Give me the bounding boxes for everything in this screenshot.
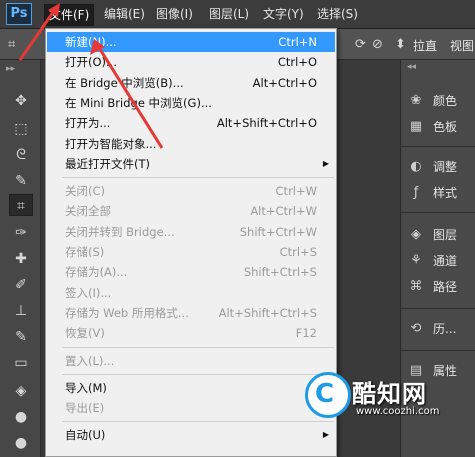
arrow-to-new-item bbox=[90, 39, 164, 149]
watermark-url: www.coozhi.com bbox=[356, 406, 440, 417]
watermark-logo: C bbox=[305, 372, 351, 418]
arrow-to-file-menu bbox=[18, 3, 60, 61]
watermark-title: 酷知网 bbox=[352, 380, 427, 408]
